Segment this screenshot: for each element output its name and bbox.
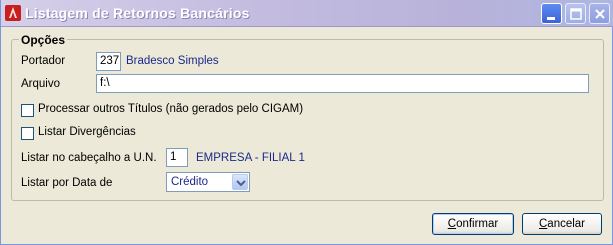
data-type-dropdown[interactable]: Crédito [166,172,250,192]
options-group-label: Opções [19,33,68,47]
cancel-button[interactable]: Cancelar [522,213,602,235]
maximize-button[interactable] [565,3,586,24]
confirm-mnemonic: C [447,218,457,230]
window-title: Listagem de Retornos Bancários [25,5,250,21]
confirm-button[interactable]: Confirmar [432,213,514,235]
listar-un-label: Listar no cabeçalho a U.N. [21,152,157,164]
cancel-label: ancelar [547,218,586,230]
arquivo-input[interactable]: f:\ [96,74,589,93]
dialog-window: Listagem de Retornos Bancários Opções Po… [0,0,613,245]
title-bar[interactable]: Listagem de Retornos Bancários [1,0,613,27]
arquivo-label: Arquivo [21,78,60,90]
un-code-input[interactable]: 1 [166,148,188,167]
data-type-selected: Crédito [171,176,209,188]
un-description: EMPRESA - FILIAL 1 [196,152,305,164]
maximize-icon [570,8,582,20]
listar-data-label: Listar por Data de [21,177,113,189]
confirm-label: onfirmar [456,218,499,230]
minimize-icon [547,17,555,20]
close-button[interactable] [589,3,610,24]
listar-divergencias-label[interactable]: Listar Divergências [38,126,136,138]
processar-outros-label[interactable]: Processar outros Títulos (não gerados pe… [38,103,303,115]
listar-divergencias-checkbox[interactable] [21,127,34,140]
chevron-down-icon [236,180,246,187]
close-icon [595,9,605,19]
processar-outros-checkbox[interactable] [21,104,34,117]
portador-description: Bradesco Simples [126,55,219,67]
cigam-app-icon [5,5,21,21]
portador-label: Portador [21,55,66,67]
minimize-button[interactable] [541,3,562,24]
portador-code-input[interactable]: 237 [96,52,121,71]
dropdown-button[interactable] [232,174,248,190]
